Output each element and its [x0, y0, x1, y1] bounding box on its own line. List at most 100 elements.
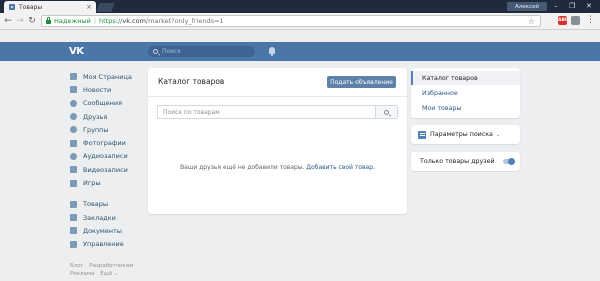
sidebar-item-groups[interactable]: Группы	[70, 123, 145, 136]
documents-icon	[70, 227, 77, 235]
secure-label: Надежный	[54, 17, 91, 25]
bookmark-star-icon[interactable]: ☆	[528, 17, 535, 27]
notifications-bell-icon[interactable]	[269, 47, 275, 56]
market-icon	[70, 200, 77, 208]
market-search-button[interactable]	[375, 106, 397, 118]
sidebar-item-label: Документы	[83, 226, 122, 235]
friends-only-toggle[interactable]	[503, 157, 515, 165]
sidebar-item-label: Игры	[83, 179, 101, 188]
search-icon	[384, 109, 389, 115]
sidebar-item-news[interactable]: Новости	[70, 83, 145, 96]
browser-menu-icon[interactable]: ⋮	[586, 16, 595, 25]
sidebar-item-my-page[interactable]: Моя Страница	[70, 70, 145, 83]
menu-item-favorites[interactable]: Избранное	[411, 86, 520, 100]
market-section-menu: Каталог товаров Избранное Мои товары	[411, 68, 520, 118]
vk-logo[interactable]: VK	[69, 46, 84, 57]
close-window-icon[interactable]: ✕	[586, 2, 592, 11]
vk-favicon-icon	[9, 4, 15, 10]
audio-icon	[70, 152, 77, 160]
friends-only-label: Только товары друзей	[420, 158, 495, 165]
footer-link-developers[interactable]: Разработчикам	[89, 263, 133, 269]
extension-icon[interactable]	[571, 16, 580, 25]
minimize-icon[interactable]: –	[554, 2, 558, 11]
add-own-item-link[interactable]: Добавить свой товар.	[306, 164, 375, 171]
empty-state-text: Ваши друзья ещё не добавили товары.	[180, 164, 305, 171]
new-tab-button[interactable]	[96, 3, 115, 12]
footer-link-blog[interactable]: Блог	[70, 263, 84, 269]
market-search-placeholder: Поиск по товарам	[163, 108, 220, 116]
address-separator: |	[93, 17, 97, 25]
sidebar-item-photos[interactable]: Фотографии	[70, 136, 145, 149]
url-text: https://vk.com/market?only_friends=1	[99, 17, 224, 25]
forward-icon[interactable]: →	[15, 16, 25, 26]
footer-link-more[interactable]: Ещё ⌄	[100, 271, 118, 277]
friends-icon	[70, 113, 77, 121]
video-icon	[70, 166, 77, 174]
lock-icon	[46, 17, 51, 24]
catalog-card: Каталог товаров Подать объявление Поиск …	[148, 68, 407, 214]
address-bar[interactable]: Надежный | https://vk.com/market?only_fr…	[41, 15, 541, 27]
messages-icon	[70, 99, 77, 107]
header-search-placeholder: Поиск	[162, 48, 182, 55]
sidebar-item-label: Товары	[83, 200, 109, 209]
sidebar-item-messages[interactable]: Сообщения	[70, 97, 145, 110]
chevron-down-icon: ⌄	[495, 131, 501, 138]
games-icon	[70, 179, 77, 187]
sidebar-item-label: Управление	[83, 240, 124, 249]
photos-icon	[70, 139, 77, 147]
sidebar-item-games[interactable]: Игры	[70, 176, 145, 189]
browser-tabstrip: Товары × Алексей – ❐ ✕	[0, 0, 600, 13]
vk-header: VK Поиск	[0, 42, 600, 61]
menu-item-my-items[interactable]: Мои товары	[411, 101, 520, 115]
adblock-extension-icon[interactable]: ABP	[558, 16, 568, 25]
sidebar-item-label: Закладки	[83, 213, 116, 222]
post-listing-button[interactable]: Подать объявление	[327, 76, 396, 88]
sidebar-item-label: Аудиозаписи	[83, 152, 128, 161]
reload-icon[interactable]: ↻	[27, 16, 37, 26]
toggle-knob	[508, 157, 515, 165]
sidebar-item-label: Моя Страница	[83, 72, 132, 81]
bookmarks-icon	[70, 214, 77, 222]
url-host: vk.com	[122, 17, 146, 25]
sidebar-item-label: Группы	[83, 125, 109, 134]
page-title: Каталог товаров	[158, 77, 225, 86]
filter-settings-icon	[418, 130, 426, 139]
header-search-input[interactable]: Поиск	[148, 46, 255, 57]
empty-state-message: Ваши друзья ещё не добавили товары. Доба…	[148, 164, 407, 171]
sidebar-item-label: Видеозаписи	[83, 165, 128, 174]
sidebar-footer: Блог Разработчикам Реклама Ещё ⌄	[70, 262, 160, 278]
sidebar-item-bookmarks[interactable]: Закладки	[70, 211, 145, 224]
sidebar-item-label: Друзья	[83, 112, 108, 121]
sidebar-item-video[interactable]: Видеозаписи	[70, 163, 145, 176]
sidebar-item-documents[interactable]: Документы	[70, 224, 145, 237]
sidebar-item-label: Новости	[83, 85, 112, 94]
browser-profile-button[interactable]: Алексей	[507, 2, 547, 11]
groups-icon	[70, 126, 77, 134]
manage-icon	[70, 240, 77, 248]
sidebar-item-label: Фотографии	[83, 139, 126, 148]
sidebar-item-manage[interactable]: Управление	[70, 238, 145, 251]
sidebar-item-audio[interactable]: Аудиозаписи	[70, 150, 145, 163]
card-divider	[148, 96, 407, 97]
search-params-toggle[interactable]: Параметры поиска ⌄	[411, 125, 520, 144]
menu-item-catalog[interactable]: Каталог товаров	[411, 71, 520, 85]
back-icon[interactable]: ←	[3, 16, 13, 26]
tab-close-icon[interactable]: ×	[86, 3, 92, 11]
browser-toolbar: ← → ↻ Надежный | https://vk.com/market?o…	[0, 13, 600, 30]
maximize-icon[interactable]: ❐	[569, 2, 575, 11]
url-path: /market?only_friends=1	[145, 17, 224, 25]
market-search-field[interactable]: Поиск по товарам	[157, 105, 398, 119]
browser-tab[interactable]: Товары ×	[4, 1, 96, 13]
sidebar: Моя Страница Новости Сообщения Друзья Гр…	[70, 70, 145, 251]
friends-only-filter: Только товары друзей	[411, 152, 520, 171]
news-icon	[70, 86, 77, 94]
sidebar-item-friends[interactable]: Друзья	[70, 110, 145, 123]
url-scheme: https://	[99, 17, 123, 25]
tab-title: Товары	[19, 3, 43, 11]
sidebar-item-market[interactable]: Товары	[70, 198, 145, 211]
footer-link-ads[interactable]: Реклама	[70, 271, 94, 277]
search-params-label: Параметры поиска	[430, 131, 493, 138]
search-icon	[153, 49, 158, 54]
home-icon	[70, 73, 77, 81]
